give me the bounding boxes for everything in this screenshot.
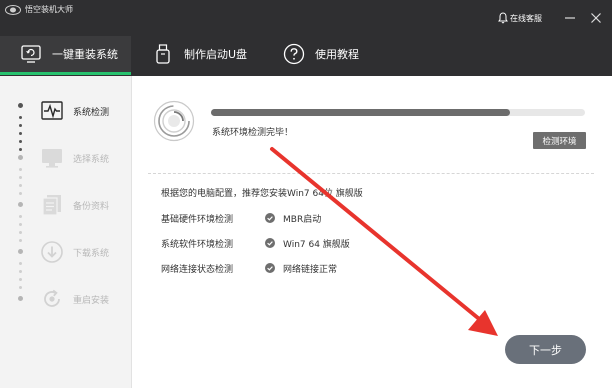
bell-icon xyxy=(498,12,508,24)
timeline-dot xyxy=(19,176,22,179)
check-environment-button[interactable]: 检测环境 xyxy=(533,132,586,149)
active-tab-indicator xyxy=(0,72,131,75)
detection-progress-bar xyxy=(211,109,585,116)
check-circle-icon xyxy=(265,213,275,223)
tab-tutorial[interactable]: 使用教程 xyxy=(283,36,359,72)
usb-drive-icon xyxy=(156,44,170,64)
documents-icon xyxy=(42,195,61,216)
window-title: 悟空装机大师 xyxy=(25,5,73,14)
check-result: Win7 64 旗舰版 xyxy=(283,239,350,250)
monitor-reinstall-icon xyxy=(21,45,41,63)
progress-fill xyxy=(211,109,511,116)
app-logo-icon xyxy=(5,5,21,15)
online-help-link[interactable]: 在线客服 xyxy=(498,11,542,25)
next-step-button[interactable]: 下一步 xyxy=(505,335,586,364)
step-label: 选择系统 xyxy=(73,154,110,165)
timeline-dot xyxy=(19,286,22,289)
title-bar: 悟空装机大师 在线客服 一键重装系统 制作启动U盘 使用教程 xyxy=(0,0,612,76)
timeline-dot xyxy=(19,132,22,135)
close-icon[interactable] xyxy=(590,12,602,24)
timeline-dot xyxy=(19,278,22,281)
check-row: 系统软件环境检测 Win7 64 旗舰版 xyxy=(161,236,350,250)
timeline-dot xyxy=(19,262,22,265)
detection-status: 系统环境检测完毕！ xyxy=(212,128,294,138)
step-label: 下载系统 xyxy=(73,248,110,259)
question-circle-icon xyxy=(283,43,305,65)
step-dot xyxy=(18,296,23,301)
tab-label: 使用教程 xyxy=(315,48,359,61)
check-label: 基础硬件环境检测 xyxy=(161,214,234,225)
timeline-dot xyxy=(19,192,22,195)
check-result: 网络链接正常 xyxy=(283,264,338,275)
download-icon xyxy=(41,241,63,263)
check-row: 基础硬件环境检测 MBR启动 xyxy=(161,211,321,225)
detection-spinner-icon xyxy=(153,100,195,142)
step-choose-system: 选择系统 xyxy=(40,146,109,170)
step-dot xyxy=(18,249,23,254)
step-download: 下载系统 xyxy=(40,240,109,264)
online-help-label: 在线客服 xyxy=(510,13,542,23)
tab-one-click-reinstall[interactable]: 一键重装系统 xyxy=(0,36,131,72)
timeline-dot xyxy=(19,168,22,171)
step-dot xyxy=(18,155,23,160)
step-system-check: 系统检测 xyxy=(40,99,109,123)
section-divider xyxy=(148,173,594,174)
check-circle-icon xyxy=(265,263,275,273)
timeline-dot xyxy=(19,124,22,127)
restart-icon xyxy=(44,289,60,307)
tab-make-usb[interactable]: 制作启动U盘 xyxy=(152,36,247,72)
minimize-icon[interactable] xyxy=(564,12,576,24)
step-dot-active xyxy=(18,103,23,108)
timeline-dot xyxy=(19,140,22,143)
step-label: 备份资料 xyxy=(73,201,110,212)
monitor-icon xyxy=(42,149,62,168)
timeline-dot xyxy=(19,223,22,226)
check-label: 系统软件环境检测 xyxy=(161,239,234,250)
recommendation-text: 根据您的电脑配置，推荐您安装Win7 64位 旗舰版 xyxy=(161,189,363,199)
step-dot xyxy=(18,202,23,207)
timeline-dot xyxy=(19,116,22,119)
timeline-dot xyxy=(19,231,22,234)
step-sidebar: 系统检测 选择系统 备份资料 下载系统 重启安装 xyxy=(0,76,132,388)
step-backup: 备份资料 xyxy=(40,193,109,217)
step-restart-install: 重启安装 xyxy=(40,287,109,311)
step-label: 重启安装 xyxy=(73,295,110,306)
timeline-dot xyxy=(19,270,22,273)
check-circle-icon xyxy=(265,238,275,248)
tab-label: 一键重装系统 xyxy=(52,48,118,61)
check-row: 网络连接状态检测 网络链接正常 xyxy=(161,261,337,275)
tab-label: 制作启动U盘 xyxy=(184,48,248,61)
timeline-dot xyxy=(19,239,22,242)
timeline-dot xyxy=(19,184,22,187)
timeline-dot xyxy=(19,148,22,151)
pulse-monitor-icon xyxy=(41,101,63,120)
step-label: 系统检测 xyxy=(73,107,110,118)
check-result: MBR启动 xyxy=(283,214,322,225)
check-label: 网络连接状态检测 xyxy=(161,264,234,275)
timeline-dot xyxy=(19,215,22,218)
